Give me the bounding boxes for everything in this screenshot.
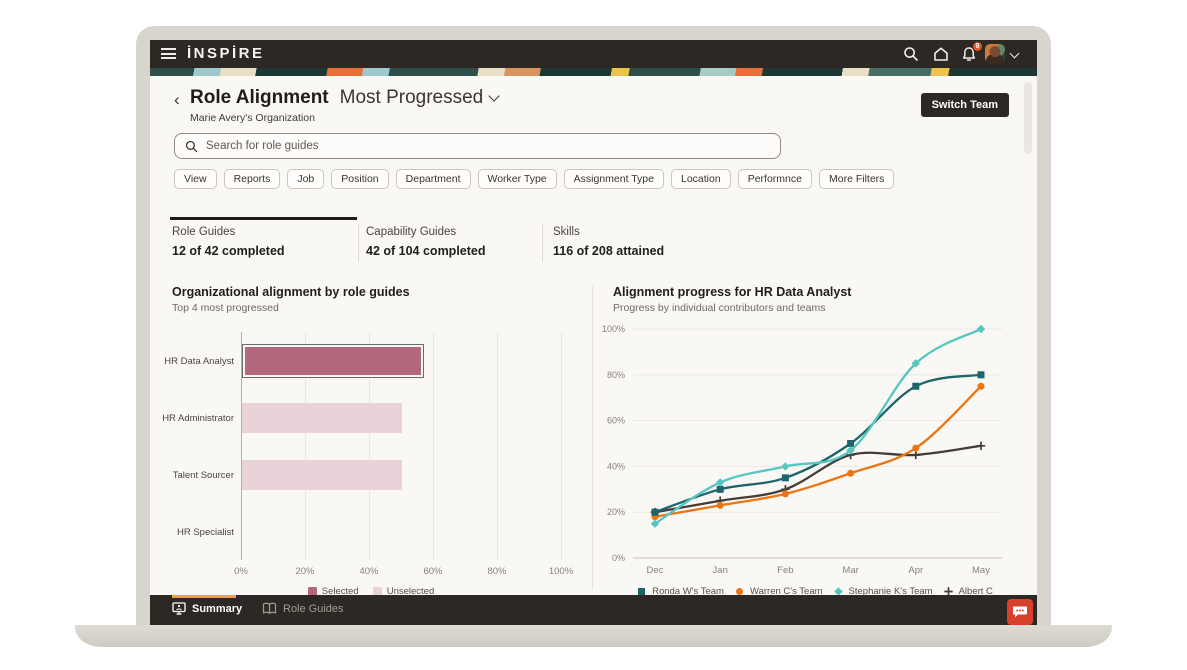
svg-text:0%: 0% bbox=[612, 553, 625, 563]
view-selector-dropdown[interactable]: Most Progressed bbox=[340, 87, 500, 109]
x-tick-label: 100% bbox=[549, 566, 573, 577]
filter-chip-view[interactable]: View bbox=[174, 169, 217, 189]
x-tick-label: 80% bbox=[487, 566, 506, 577]
nav-label: Role Guides bbox=[283, 603, 344, 615]
nav-label: Summary bbox=[192, 603, 242, 615]
avatar[interactable] bbox=[985, 44, 1005, 64]
app-logo: İNSPİRE bbox=[187, 45, 265, 62]
top-bar: İNSPİRE 9 bbox=[150, 40, 1037, 68]
series-albert-c bbox=[651, 442, 985, 517]
tab-role-guides[interactable]: Role Guides 12 of 42 completed bbox=[172, 226, 285, 258]
x-tick-label: 20% bbox=[295, 566, 314, 577]
search-input[interactable] bbox=[198, 140, 780, 152]
tab-skills[interactable]: Skills 116 of 208 attained bbox=[553, 226, 664, 258]
home-icon[interactable] bbox=[932, 45, 950, 63]
svg-text:80%: 80% bbox=[607, 370, 625, 380]
bar-talent-sourcer[interactable] bbox=[242, 460, 402, 490]
filter-row: View Reports Job Position Department Worker T… bbox=[174, 169, 894, 189]
filter-chip-job[interactable]: Job bbox=[287, 169, 324, 189]
bar-chart-subtitle: Top 4 most progressed bbox=[172, 302, 279, 314]
svg-text:Jan: Jan bbox=[713, 565, 728, 576]
bar-hr-data-analyst[interactable] bbox=[242, 344, 424, 378]
app-screen: İNSPİRE 9 ‹ Role Alignment Most Progress bbox=[150, 40, 1037, 625]
gridline bbox=[497, 332, 498, 560]
switch-team-button[interactable]: Switch Team bbox=[921, 93, 1009, 117]
series-ronda-w-s-team bbox=[652, 371, 985, 515]
tab-label: Role Guides bbox=[172, 226, 285, 238]
tab-value: 42 of 104 completed bbox=[366, 244, 486, 258]
tab-divider bbox=[542, 224, 543, 262]
svg-text:Feb: Feb bbox=[777, 565, 793, 576]
x-tick-label: 60% bbox=[423, 566, 442, 577]
book-icon bbox=[262, 602, 277, 615]
category-label: HR Specialist bbox=[150, 527, 234, 538]
nav-item-summary[interactable]: Summary bbox=[172, 602, 242, 615]
line-chart-title: Alignment progress for HR Data Analyst bbox=[613, 285, 851, 299]
svg-text:20%: 20% bbox=[607, 507, 625, 517]
back-button[interactable]: ‹ bbox=[174, 90, 180, 110]
filter-chip-more-filters[interactable]: More Filters bbox=[819, 169, 894, 189]
gridline bbox=[561, 332, 562, 560]
filter-chip-position[interactable]: Position bbox=[331, 169, 388, 189]
chat-bubble-icon bbox=[1012, 605, 1028, 619]
scrollbar-thumb[interactable] bbox=[1024, 82, 1032, 154]
organization-subtitle: Marie Avery's Organization bbox=[190, 112, 315, 124]
chat-button[interactable] bbox=[1007, 599, 1033, 625]
tab-value: 12 of 42 completed bbox=[172, 244, 285, 258]
filter-chip-department[interactable]: Department bbox=[396, 169, 471, 189]
svg-text:60%: 60% bbox=[607, 416, 625, 426]
menu-icon[interactable] bbox=[161, 48, 176, 59]
tab-label: Skills bbox=[553, 226, 664, 238]
active-tab-indicator bbox=[170, 217, 357, 220]
tab-value: 116 of 208 attained bbox=[553, 244, 664, 258]
bar-hr-administrator[interactable] bbox=[242, 403, 402, 433]
search-box bbox=[174, 133, 781, 159]
search-icon bbox=[185, 140, 198, 153]
series-warren-c-s-team bbox=[652, 383, 985, 521]
tab-capability-guides[interactable]: Capability Guides 42 of 104 completed bbox=[366, 226, 486, 258]
category-label: HR Data Analyst bbox=[150, 356, 234, 367]
category-label: HR Administrator bbox=[150, 413, 234, 424]
active-nav-indicator bbox=[172, 595, 236, 598]
chevron-down-icon[interactable] bbox=[1011, 50, 1019, 58]
gridline bbox=[433, 332, 434, 560]
svg-text:40%: 40% bbox=[607, 461, 625, 471]
svg-text:Apr: Apr bbox=[908, 565, 923, 576]
filter-chip-performnce[interactable]: Performnce bbox=[738, 169, 812, 189]
page: İNSPİRE 9 ‹ Role Alignment Most Progress bbox=[0, 0, 1187, 670]
nav-item-role-guides[interactable]: Role Guides bbox=[262, 602, 344, 615]
svg-text:Mar: Mar bbox=[842, 565, 858, 576]
chevron-down-icon bbox=[490, 92, 499, 101]
decorative-banner bbox=[150, 68, 1037, 76]
x-tick-label: 40% bbox=[359, 566, 378, 577]
svg-text:Dec: Dec bbox=[647, 565, 664, 576]
filter-chip-reports[interactable]: Reports bbox=[224, 169, 281, 189]
bar-plot: 0%20%40%60%80%100%HR Data AnalystHR Admi… bbox=[241, 332, 561, 560]
tab-divider bbox=[358, 224, 359, 262]
page-title: Role Alignment bbox=[190, 87, 329, 109]
line-chart: 0% 20% 40% 60% 80% 100% Dec Jan Feb Mar Apr May bbox=[599, 310, 1014, 580]
x-tick-label: 0% bbox=[234, 566, 248, 577]
filter-chip-assignment-type[interactable]: Assignment Type bbox=[564, 169, 664, 189]
summary-screen-icon bbox=[172, 602, 186, 615]
bottom-nav: Summary Role Guides bbox=[150, 595, 1037, 625]
tab-label: Capability Guides bbox=[366, 226, 486, 238]
header-title-row: Role Alignment Most Progressed bbox=[190, 87, 499, 109]
svg-text:100%: 100% bbox=[602, 324, 625, 334]
notification-badge: 9 bbox=[972, 41, 983, 52]
laptop-base bbox=[75, 625, 1112, 647]
search-icon[interactable] bbox=[902, 45, 920, 63]
svg-text:May: May bbox=[972, 565, 990, 576]
series-stephanie-k-s-team bbox=[651, 325, 985, 528]
filter-chip-location[interactable]: Location bbox=[671, 169, 731, 189]
bar-chart-title: Organizational alignment by role guides bbox=[172, 285, 410, 299]
charts-divider bbox=[592, 286, 593, 590]
category-label: Talent Sourcer bbox=[150, 470, 234, 481]
view-selector-label: Most Progressed bbox=[340, 87, 484, 109]
filter-chip-worker-type[interactable]: Worker Type bbox=[478, 169, 557, 189]
